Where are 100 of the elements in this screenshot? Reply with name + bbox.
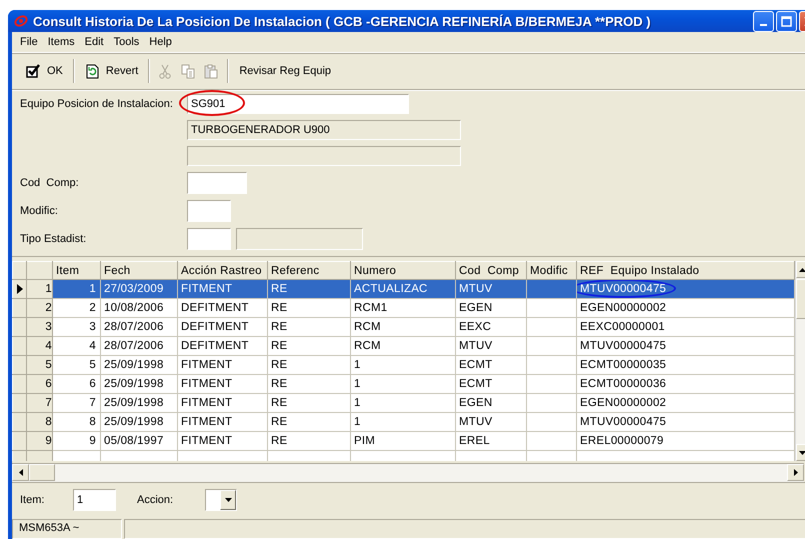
input-field[interactable] (187, 172, 247, 194)
row-number[interactable]: 9 (26, 432, 52, 450)
menu-item[interactable]: Edit (80, 36, 109, 48)
table-cell: DEFITMENT (178, 336, 268, 356)
table-cell: MTUV00000475 (580, 340, 666, 352)
field-label: Tipo Estadist: (20, 233, 88, 245)
input-field[interactable]: SG901 (187, 94, 409, 114)
input-field[interactable] (187, 200, 231, 222)
table-cell: 6 (52, 374, 100, 394)
table-cell: 5 (52, 356, 100, 374)
table-cell: FITMENT (178, 394, 268, 412)
toolbar-button[interactable]: OK (20, 60, 69, 82)
table-cell: 28/07/2006 (100, 318, 178, 336)
table-cell: RE (268, 356, 350, 374)
scroll-right-icon[interactable] (794, 469, 798, 476)
table-cell: 25/09/1998 (100, 374, 178, 394)
menu-item[interactable]: Tools (108, 36, 144, 48)
table-cell: EGEN (456, 394, 526, 412)
row-number[interactable]: 4 (26, 336, 52, 356)
column-header[interactable]: Referenc (268, 262, 350, 280)
table-cell: EGEN00000002 (580, 302, 666, 314)
table-cell: ACTUALIZAC (350, 280, 456, 298)
row-number[interactable]: 1 (26, 280, 52, 298)
table-cell: 1 (350, 412, 456, 432)
table-cell: ECMT (456, 356, 526, 374)
table-cell: FITMENT (178, 432, 268, 450)
field-label: Modific: (20, 205, 59, 217)
table-cell: FITMENT (178, 374, 268, 394)
column-header[interactable]: Numero (350, 262, 456, 280)
input-field[interactable]: 1 (73, 489, 116, 511)
table-cell: RCM (350, 318, 456, 336)
row-number[interactable]: 3 (26, 318, 52, 336)
table-cell: RE (268, 412, 350, 432)
table-cell: EGEN00000002 (580, 397, 666, 409)
table-cell: 27/03/2009 (100, 280, 178, 298)
revert-icon (84, 64, 100, 78)
table-cell: RE (268, 280, 350, 298)
table-cell: MTUV00000475 (580, 283, 666, 295)
table-cell: ECMT00000036 (580, 378, 666, 390)
table-cell: ECMT00000035 (580, 359, 666, 371)
menu-item[interactable]: Items (42, 36, 80, 48)
scroll-up-icon[interactable] (798, 268, 805, 272)
table-cell: FITMENT (178, 356, 268, 374)
input-field[interactable] (187, 228, 231, 250)
menu-item[interactable]: File (15, 36, 43, 48)
table-cell: EREL (456, 432, 526, 450)
table-cell: 2 (52, 298, 100, 318)
table-cell: 8 (52, 412, 100, 432)
table-cell: RE (268, 394, 350, 412)
scroll-left-icon[interactable] (18, 469, 22, 476)
table-cell: 25/09/1998 (100, 394, 178, 412)
dropdown[interactable] (205, 489, 237, 511)
table-cell: RE (268, 318, 350, 336)
field-label: Item: (20, 494, 46, 506)
column-header[interactable]: REF Equipo Instalado (576, 262, 794, 280)
table-cell: 3 (52, 318, 100, 336)
table-cell: 9 (52, 432, 100, 450)
minimize-icon (760, 24, 767, 26)
table-cell: EEXC00000001 (580, 321, 665, 333)
table-cell: 25/09/1998 (100, 412, 178, 432)
table-cell: RE (268, 432, 350, 450)
table-cell: RE (268, 336, 350, 356)
field-label: Equipo Posicion de Instalacion: (20, 98, 174, 110)
scrollbar-thumb[interactable] (796, 279, 805, 319)
row-number[interactable]: 6 (26, 374, 52, 394)
menu-item[interactable]: Help (144, 36, 177, 48)
table-cell: 05/08/1997 (100, 432, 178, 450)
table-cell: 1 (350, 356, 456, 374)
row-number[interactable]: 2 (26, 298, 52, 318)
caret-icon (224, 498, 232, 502)
table-cell: 1 (350, 374, 456, 394)
column-header[interactable]: Fech (100, 262, 178, 280)
maximize-button[interactable] (776, 10, 797, 32)
table-cell: FITMENT (178, 280, 268, 298)
status-text: MSM653A ~ (12, 519, 122, 539)
minimize-button[interactable] (753, 10, 774, 32)
column-header[interactable]: Cod Comp (456, 262, 526, 280)
row-number[interactable]: 8 (26, 412, 52, 432)
row-number[interactable]: 5 (26, 356, 52, 374)
table-cell: MTUV00000475 (580, 416, 666, 428)
table-cell: RCM (350, 336, 456, 356)
field-label: Accion: (137, 494, 174, 506)
table-cell: EEXC (456, 318, 526, 336)
row-number[interactable]: 7 (26, 394, 52, 412)
toolbar-button[interactable]: Revisar Reg Equip (233, 62, 338, 80)
toolbar-button[interactable]: Revert (78, 60, 144, 82)
table-cell: DEFITMENT (178, 318, 268, 336)
scroll-down-icon[interactable] (798, 450, 805, 454)
table-cell: 28/07/2006 (100, 336, 178, 356)
maximize-icon (780, 14, 793, 28)
column-header[interactable]: Acción Rastreo (178, 262, 268, 280)
column-header[interactable]: Item (52, 262, 100, 280)
scrollbar-thumb[interactable] (29, 464, 55, 481)
column-header[interactable]: Modific (526, 262, 576, 280)
app-icon (14, 14, 28, 28)
table-cell: FITMENT (178, 412, 268, 432)
readonly-field: TURBOGENERADOR U900 (187, 120, 461, 140)
table-cell: MTUV (456, 336, 526, 356)
table-cell: MTUV (456, 412, 526, 432)
row-pointer-icon (16, 284, 24, 294)
